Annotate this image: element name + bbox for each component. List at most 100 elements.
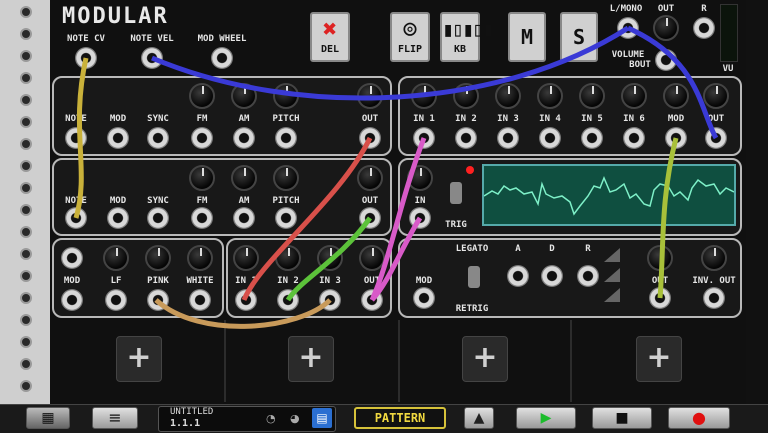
volume-knob[interactable]	[653, 15, 679, 41]
trig-toggle[interactable]	[450, 182, 462, 204]
oscillator-2-jack[interactable]	[147, 207, 169, 229]
menu-button[interactable]: ≡	[92, 407, 138, 429]
add-module-button[interactable]: +	[116, 336, 162, 382]
metronome-button[interactable]: ▲	[464, 407, 494, 429]
oscillator-2-jack[interactable]	[359, 207, 381, 229]
oscillator-1-knob[interactable]	[189, 83, 215, 109]
l-mono-jack[interactable]	[617, 17, 639, 39]
mixer3-knob[interactable]	[359, 245, 385, 271]
note-cv-jack[interactable]	[75, 47, 97, 69]
play-button[interactable]: ▶	[516, 407, 576, 429]
mixer-knob[interactable]	[703, 83, 729, 109]
env-out-knob[interactable]	[647, 245, 673, 271]
oscillator-1-jack[interactable]	[107, 127, 129, 149]
mixer-knob[interactable]	[621, 83, 647, 109]
r-jack[interactable]	[693, 17, 715, 39]
mixer-jack[interactable]	[581, 127, 603, 149]
save-icon[interactable]: ▤	[312, 408, 332, 428]
mixer-knob[interactable]	[495, 83, 521, 109]
share-icon: ◕	[290, 412, 300, 425]
mixer-jack[interactable]	[705, 127, 727, 149]
oscillator-1-knob[interactable]	[231, 83, 257, 109]
pattern-button[interactable]: PATTERN	[354, 407, 446, 429]
mixer3-knob[interactable]	[317, 245, 343, 271]
rail-hole	[20, 116, 32, 128]
oscillator-2-knob[interactable]	[189, 165, 215, 191]
oscillator-2-knob[interactable]	[231, 165, 257, 191]
delete-button[interactable]: ✖ DEL	[310, 12, 350, 62]
mixer-jack[interactable]	[497, 127, 519, 149]
oscillator-2-jack[interactable]	[107, 207, 129, 229]
oscillator-1-jack[interactable]	[359, 127, 381, 149]
oscillator-1-knob[interactable]	[273, 83, 299, 109]
mixer-label: IN 6	[623, 114, 645, 124]
add-module-button[interactable]: +	[636, 336, 682, 382]
record-button[interactable]: ●	[668, 407, 730, 429]
oscillator-2-jack[interactable]	[65, 207, 87, 229]
scope-in-knob[interactable]	[407, 165, 433, 191]
inv-out-jack[interactable]	[703, 287, 725, 309]
env-out-jack[interactable]	[649, 287, 671, 309]
stop-button[interactable]: ■	[592, 407, 652, 429]
mixer3-jack[interactable]	[319, 289, 341, 311]
app-title: MODULAR	[62, 4, 169, 29]
bout-jack[interactable]	[655, 49, 677, 71]
mixer3-knob[interactable]	[233, 245, 259, 271]
mixer-jack[interactable]	[623, 127, 645, 149]
rail-hole	[20, 292, 32, 304]
oscillator-2-knob[interactable]	[273, 165, 299, 191]
oscillator-1-jack[interactable]	[147, 127, 169, 149]
note-vel-jack[interactable]	[141, 47, 163, 69]
oscillator-1-jack[interactable]	[233, 127, 255, 149]
flip-button[interactable]: ◎ FLIP	[390, 12, 430, 62]
mixer-knob[interactable]	[579, 83, 605, 109]
mixer3-jack[interactable]	[235, 289, 257, 311]
noise-knob[interactable]	[187, 245, 213, 271]
oscillator-1-knob[interactable]	[357, 83, 383, 109]
mixer-label: IN 2	[455, 114, 477, 124]
attack-slider[interactable]	[507, 265, 529, 287]
mixer3-label: IN 1	[235, 276, 257, 286]
mixer3-jack[interactable]	[277, 289, 299, 311]
release-slider[interactable]	[577, 265, 599, 287]
noise-knob[interactable]	[103, 245, 129, 271]
scope-in-jack[interactable]	[409, 207, 431, 229]
noise-jack[interactable]	[61, 289, 83, 311]
decay-slider[interactable]	[541, 265, 563, 287]
mixer-jack[interactable]	[539, 127, 561, 149]
mixer3-label: OUT	[363, 276, 381, 286]
oscillator-1-jack[interactable]	[191, 127, 213, 149]
inv-out-knob[interactable]	[701, 245, 727, 271]
add-module-button[interactable]: +	[288, 336, 334, 382]
mixer-jack[interactable]	[665, 127, 687, 149]
oscillator-2-jack[interactable]	[275, 207, 297, 229]
oscillator-1-jack[interactable]	[275, 127, 297, 149]
oscillator-2-jack[interactable]	[233, 207, 255, 229]
grid-view-button[interactable]: ▦	[26, 407, 70, 429]
mixer3-jack[interactable]	[361, 289, 383, 311]
mod-wheel-jack[interactable]	[211, 47, 233, 69]
mixer-knob[interactable]	[537, 83, 563, 109]
mixer-knob[interactable]	[663, 83, 689, 109]
mixer-knob[interactable]	[411, 83, 437, 109]
env-mod-jack[interactable]	[413, 287, 435, 309]
solo-button[interactable]: S	[560, 12, 598, 62]
noise-jack[interactable]	[189, 289, 211, 311]
oscillator-1-jack[interactable]	[65, 127, 87, 149]
noise-mod-jack[interactable]	[61, 247, 83, 269]
mixer-knob[interactable]	[453, 83, 479, 109]
keyboard-button[interactable]: ▮▯▮▯▮ KB	[440, 12, 494, 62]
noise-jack[interactable]	[147, 289, 169, 311]
mixer3-knob[interactable]	[275, 245, 301, 271]
rail-hole	[20, 336, 32, 348]
add-module-button[interactable]: +	[462, 336, 508, 382]
mixer-jack[interactable]	[455, 127, 477, 149]
noise-jack[interactable]	[105, 289, 127, 311]
legato-toggle[interactable]	[468, 266, 480, 288]
oscillator-2-jack[interactable]	[191, 207, 213, 229]
noise-knob[interactable]	[145, 245, 171, 271]
oscillator-2-knob[interactable]	[357, 165, 383, 191]
mute-button[interactable]: M	[508, 12, 546, 62]
attack-label: A	[515, 244, 521, 254]
mixer-jack[interactable]	[413, 127, 435, 149]
